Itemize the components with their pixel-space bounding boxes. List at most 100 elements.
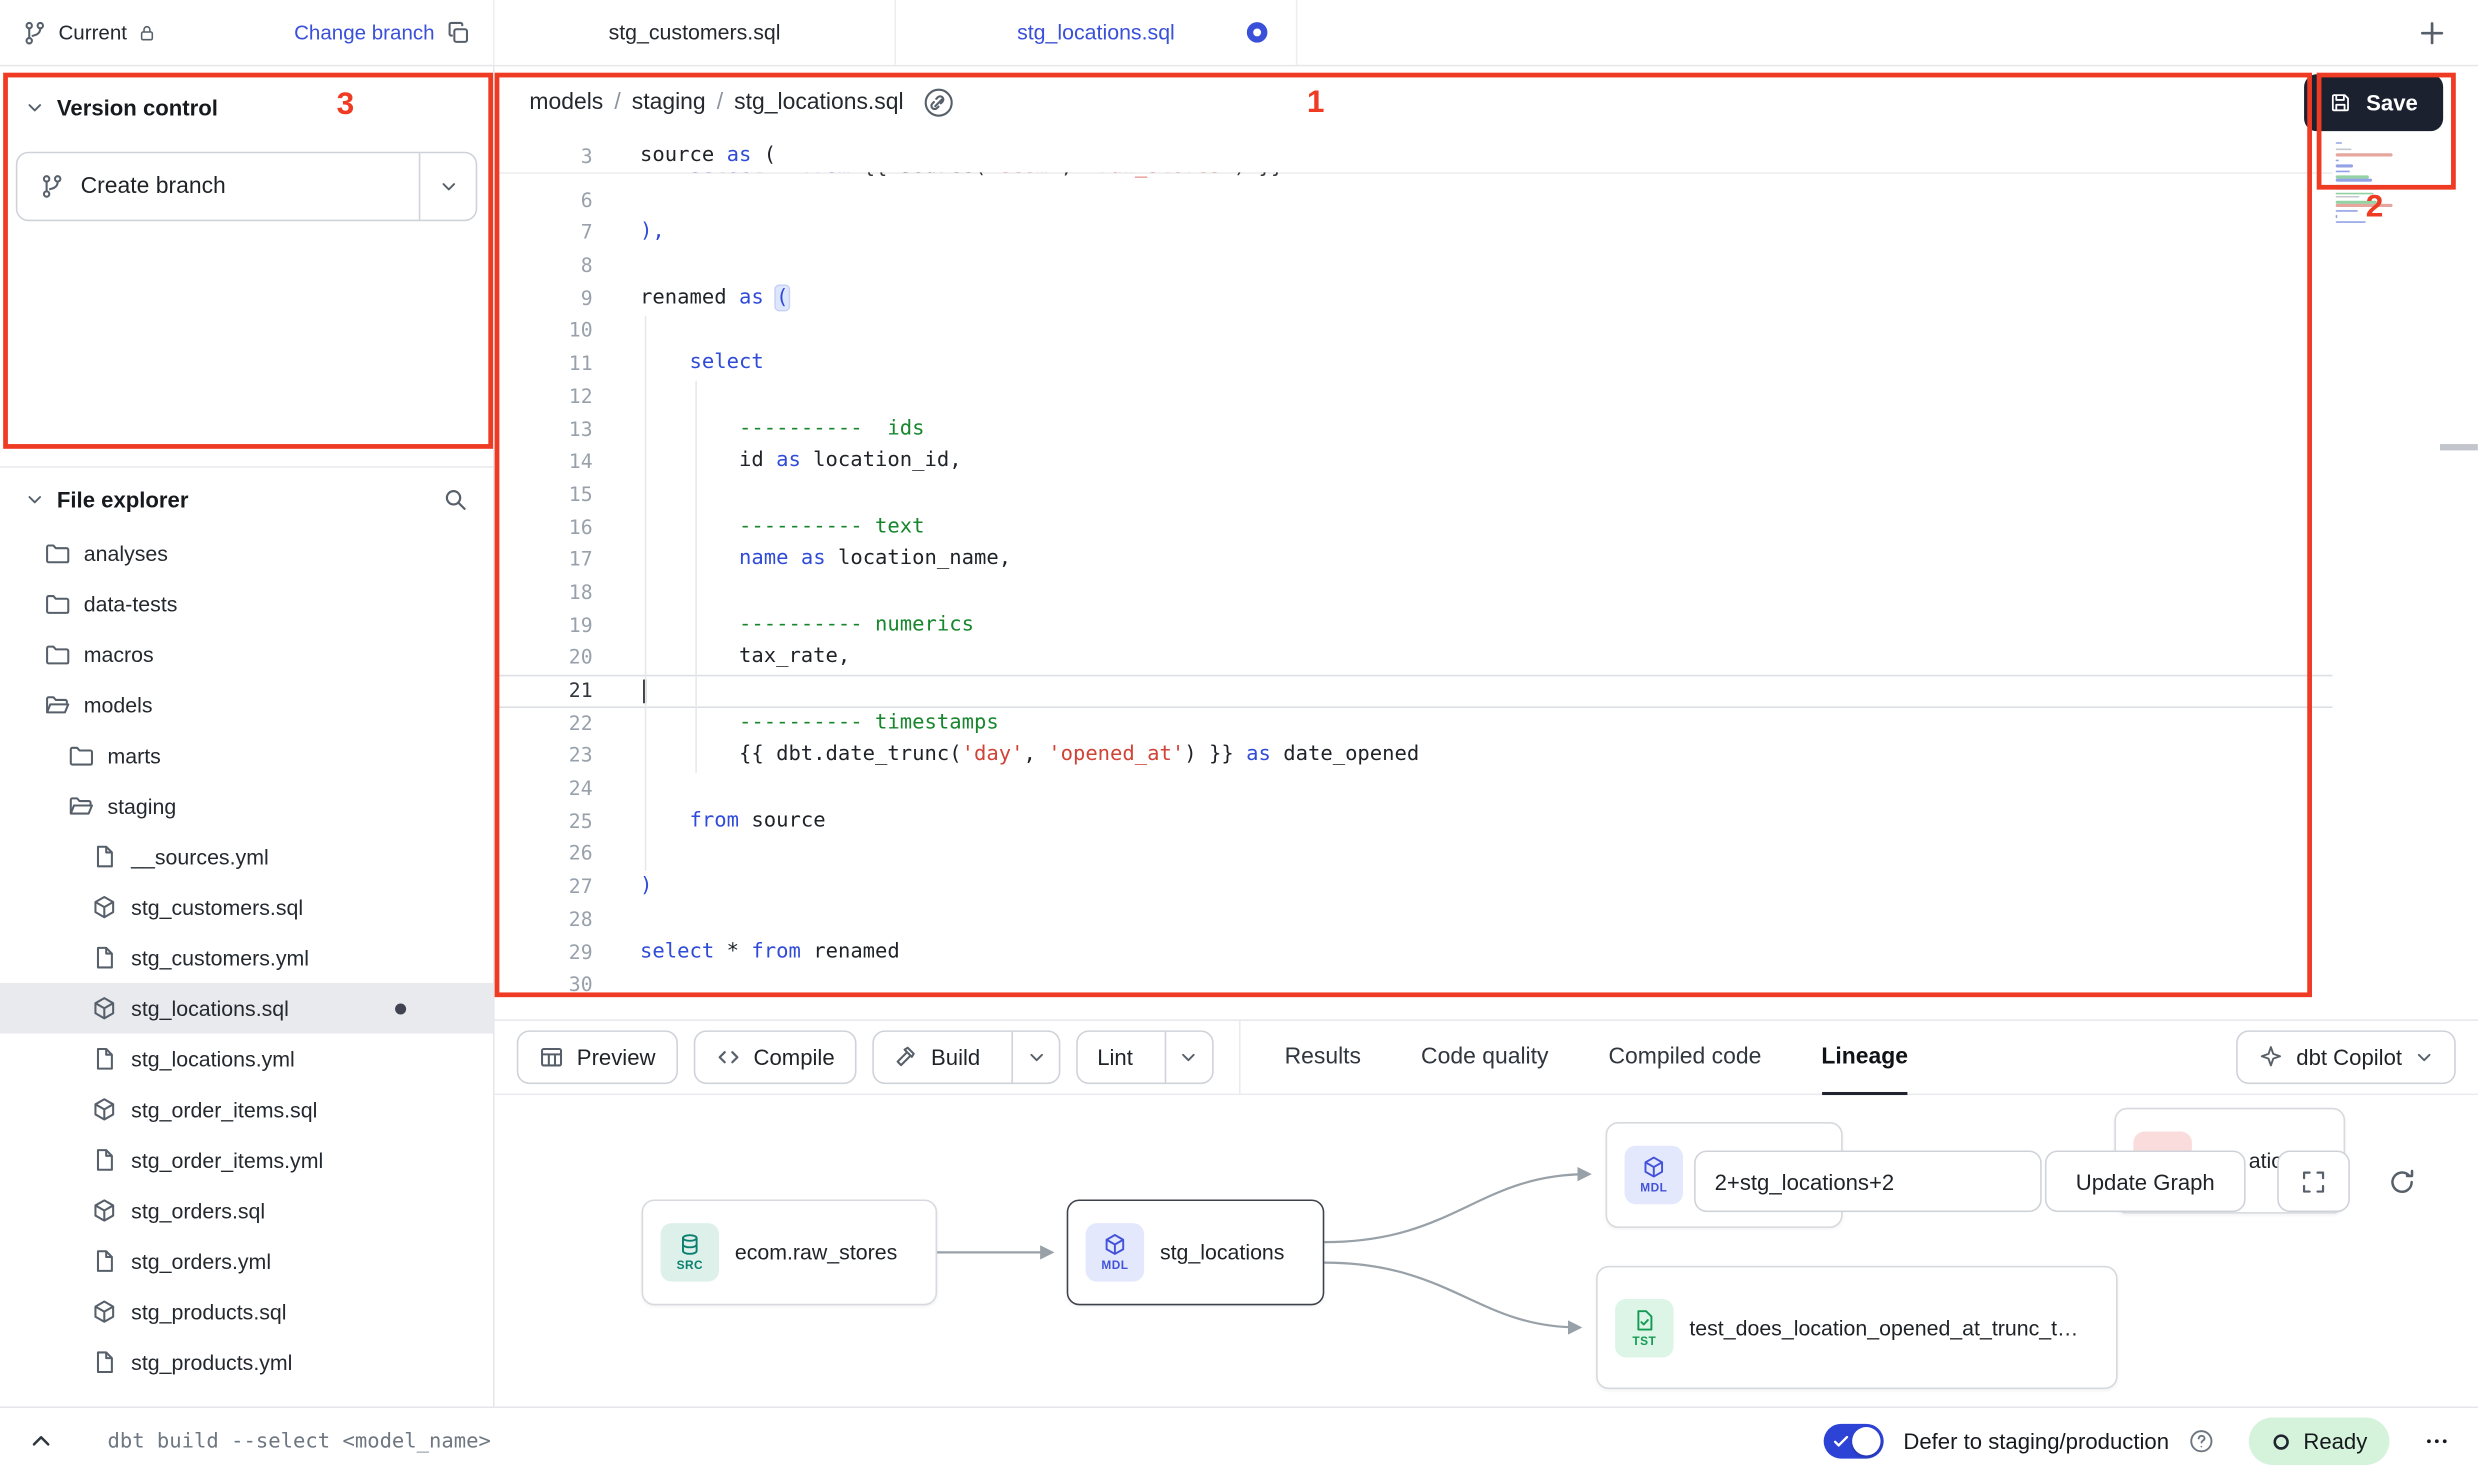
file-tree-item-stg_locations.yml[interactable]: stg_locations.yml xyxy=(0,1034,493,1085)
compile-button[interactable]: Compile xyxy=(693,1030,856,1084)
file-tree-item-stg_customers.sql[interactable]: stg_customers.sql xyxy=(0,882,493,933)
build-button[interactable]: Build xyxy=(874,1032,999,1083)
ring-icon xyxy=(2270,1431,2291,1452)
sticky-scroll-line[interactable]: 3source as ( xyxy=(495,139,2333,172)
save-button[interactable]: Save xyxy=(2305,74,2444,131)
line-number: 20 xyxy=(495,642,593,675)
code-line-7[interactable]: 7), xyxy=(495,217,2333,250)
code-line-10[interactable]: 10 xyxy=(495,315,2333,348)
chevron-up-icon[interactable] xyxy=(28,1429,53,1454)
code-line-13[interactable]: 13 ---------- ids xyxy=(495,413,2333,446)
file-tree-item-models[interactable]: models xyxy=(0,680,493,731)
editor-tab-stg_customers.sql[interactable]: stg_customers.sql xyxy=(495,0,896,65)
file-tree-item-stg_products.yml[interactable]: stg_products.yml xyxy=(0,1337,493,1388)
lineage-selector-input[interactable] xyxy=(1694,1150,2042,1212)
code-line-30[interactable]: 30 xyxy=(495,969,2333,1002)
code-line-22[interactable]: 22 ---------- timestamps xyxy=(495,707,2333,740)
lineage-node-source[interactable]: SRC ecom.raw_stores xyxy=(642,1199,938,1305)
file-tree-item-stg_customers.yml[interactable]: stg_customers.yml xyxy=(0,932,493,983)
create-branch-split-button: Create branch xyxy=(16,152,477,222)
code-line-6[interactable]: 6 xyxy=(495,184,2333,217)
file-tree-item-stg_products.sql[interactable]: stg_products.sql xyxy=(0,1286,493,1337)
line-number: 11 xyxy=(495,348,593,381)
code-line-partial[interactable]: select * from {{ source('ecom', 'raw_sto… xyxy=(495,172,2333,184)
change-branch-link[interactable]: Change branch xyxy=(294,21,434,45)
file-tree-item-__sources.yml[interactable]: __sources.yml xyxy=(0,831,493,882)
code-editor[interactable]: 3source as ( select * from {{ source('ec… xyxy=(495,139,2478,1019)
search-icon[interactable] xyxy=(442,487,467,512)
update-graph-button[interactable]: Update Graph xyxy=(2045,1150,2246,1212)
create-branch-dropdown[interactable] xyxy=(419,153,476,219)
file-tree-item-stg_orders.sql[interactable]: stg_orders.sql xyxy=(0,1185,493,1236)
file-tree-item-marts[interactable]: marts xyxy=(0,730,493,781)
help-icon[interactable] xyxy=(2188,1429,2213,1454)
code-line-11[interactable]: 11 select xyxy=(495,348,2333,381)
code-line-16[interactable]: 16 ---------- text xyxy=(495,511,2333,544)
panel-toolbar: Preview Compile Build xyxy=(495,1021,2478,1095)
fullscreen-button[interactable] xyxy=(2277,1150,2350,1212)
code-line-27[interactable]: 27) xyxy=(495,871,2333,904)
code-line-29[interactable]: 29select * from renamed xyxy=(495,936,2333,969)
code-line-15[interactable]: 15 xyxy=(495,479,2333,512)
code-line-14[interactable]: 14 id as location_id, xyxy=(495,446,2333,479)
lineage-node-test[interactable]: TST test_does_location_opened_at_trunc_t… xyxy=(1596,1266,2117,1389)
editor-tab-stg_locations.sql[interactable]: stg_locations.sql xyxy=(896,0,1297,65)
copy-icon[interactable] xyxy=(446,20,471,45)
panel-tab-compiled-code[interactable]: Compiled code xyxy=(1608,1021,1761,1094)
lint-button[interactable]: Lint xyxy=(1078,1032,1152,1083)
status-ready-badge[interactable]: Ready xyxy=(2248,1418,2389,1465)
file-tree-item-stg_order_items.sql[interactable]: stg_order_items.sql xyxy=(0,1084,493,1135)
create-branch-button[interactable]: Create branch xyxy=(17,153,418,219)
line-number: 26 xyxy=(495,838,593,871)
code-line-9[interactable]: 9renamed as ( xyxy=(495,282,2333,315)
defer-toggle[interactable] xyxy=(1824,1424,1884,1459)
editor-minimap[interactable] xyxy=(2336,142,2399,226)
code-line-25[interactable]: 25 from source xyxy=(495,806,2333,839)
lineage-node-stg-locations[interactable]: MDL stg_locations xyxy=(1067,1199,1325,1305)
code-area[interactable]: select * from {{ source('ecom', 'raw_sto… xyxy=(495,172,2333,1019)
code-line-20[interactable]: 20 tax_rate, xyxy=(495,642,2333,675)
code-line-26[interactable]: 26 xyxy=(495,838,2333,871)
panel-tab-code-quality[interactable]: Code quality xyxy=(1421,1021,1548,1094)
file-tree-item-staging[interactable]: staging xyxy=(0,781,493,832)
refresh-button[interactable] xyxy=(2369,1150,2435,1212)
line-number: 12 xyxy=(495,381,593,414)
breadcrumb-item[interactable]: staging xyxy=(632,90,706,115)
new-tab-plus-icon[interactable] xyxy=(2418,18,2446,46)
build-dropdown[interactable] xyxy=(1012,1032,1059,1083)
line-number: 8 xyxy=(495,250,593,283)
code-line-12[interactable]: 12 xyxy=(495,381,2333,414)
ellipsis-menu-icon[interactable] xyxy=(2424,1429,2449,1454)
code-line-19[interactable]: 19 ---------- numerics xyxy=(495,609,2333,642)
code-line-8[interactable]: 8 xyxy=(495,250,2333,283)
code-line-23[interactable]: 23 {{ dbt.date_trunc('day', 'opened_at')… xyxy=(495,740,2333,773)
lineage-canvas[interactable]: SRC ecom.raw_stores MDL stg_locations xyxy=(495,1095,2478,1406)
file-explorer-header[interactable]: File explorer xyxy=(0,468,493,528)
line-number: 25 xyxy=(495,806,593,839)
panel-tab-results[interactable]: Results xyxy=(1285,1021,1361,1094)
cli-command[interactable]: dbt build --select <model_name> xyxy=(107,1429,490,1453)
preview-button[interactable]: Preview xyxy=(517,1030,678,1084)
panel-tab-lineage[interactable]: Lineage xyxy=(1821,1021,1908,1094)
scrollbar-thumb[interactable] xyxy=(2440,444,2478,450)
file-tree-item-data-tests[interactable]: data-tests xyxy=(0,578,493,629)
code-line-21[interactable]: 21 xyxy=(495,675,2333,708)
code-line-17[interactable]: 17 name as location_name, xyxy=(495,544,2333,577)
line-number: 27 xyxy=(495,871,593,904)
code-line-28[interactable]: 28 xyxy=(495,904,2333,937)
file-tree-item-stg_order_items.yml[interactable]: stg_order_items.yml xyxy=(0,1135,493,1186)
file-tree-item-analyses[interactable]: analyses xyxy=(0,528,493,579)
dbt-copilot-button[interactable]: dbt Copilot xyxy=(2236,1030,2456,1084)
file-tree-item-stg_locations.sql[interactable]: stg_locations.sql xyxy=(0,983,493,1034)
line-number: 3 xyxy=(495,144,593,168)
copy-link-icon[interactable] xyxy=(923,87,955,119)
code-line-18[interactable]: 18 xyxy=(495,577,2333,610)
version-control-header[interactable]: Version control xyxy=(16,88,477,126)
breadcrumb-item[interactable]: models xyxy=(529,90,603,115)
code-icon xyxy=(716,1045,741,1070)
file-tree-item-macros[interactable]: macros xyxy=(0,629,493,680)
lint-dropdown[interactable] xyxy=(1164,1032,1211,1083)
code-line-24[interactable]: 24 xyxy=(495,773,2333,806)
file-tree-item-stg_orders.yml[interactable]: stg_orders.yml xyxy=(0,1236,493,1287)
breadcrumb-item[interactable]: stg_locations.sql xyxy=(734,90,903,115)
